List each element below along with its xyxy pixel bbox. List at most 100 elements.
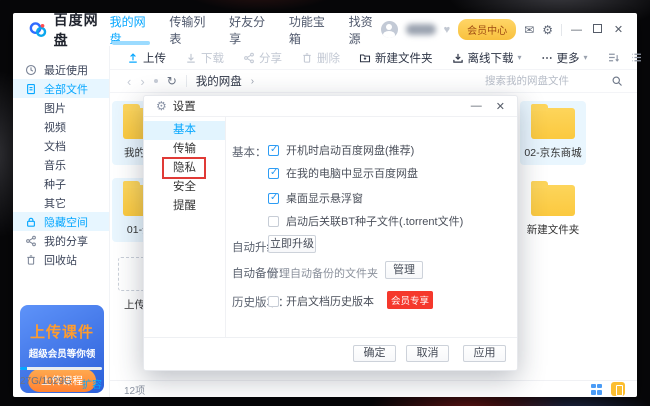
toolbar: 上传 下载 分享 删除 新建文件夹 (110, 46, 637, 70)
main-nav: 我的网盘 传输列表 好友分享 功能宝箱 找资源 (110, 13, 381, 46)
dialog-tab-list: 基本 传输 隐私 安全 提醒 (144, 117, 226, 337)
close-button[interactable]: ✕ (612, 23, 625, 36)
file-icon (25, 83, 37, 95)
search-icon[interactable] (611, 75, 623, 87)
sidebar-item-torrents[interactable]: 种子 (13, 174, 109, 193)
share-button[interactable]: 分享 (243, 50, 282, 66)
sidebar-item-music[interactable]: 音乐 (13, 155, 109, 174)
sort-icon[interactable] (607, 51, 620, 64)
settings-gear-icon[interactable]: ⚙ (542, 23, 553, 37)
option-bt-association[interactable]: 启动后关联BT种子文件(.torrent文件) (268, 213, 463, 229)
checkbox-checked-icon[interactable] (268, 193, 279, 204)
folder-tile-new[interactable]: 新建文件夹 (520, 178, 586, 242)
option-float-window[interactable]: 桌面显示悬浮窗 (268, 190, 363, 206)
mobile-app-icon[interactable] (611, 382, 625, 396)
backup-description: 管理自动备份的文件夹 (268, 265, 378, 281)
upgrade-now-button[interactable]: 立即升级 (268, 235, 316, 253)
download-icon (185, 52, 197, 64)
baidu-netdisk-logo-icon (29, 20, 48, 40)
cancel-button[interactable]: 取消 (406, 345, 449, 362)
new-folder-button[interactable]: 新建文件夹 (359, 50, 433, 66)
search-box[interactable] (485, 75, 623, 87)
forward-icon[interactable]: › (140, 75, 144, 88)
dialog-tab-basic[interactable]: 基本 (144, 121, 225, 140)
dialog-tab-security[interactable]: 安全 (144, 178, 225, 197)
upload-icon (127, 52, 139, 64)
refresh-icon[interactable]: ↻ (167, 74, 177, 88)
sidebar-item-pictures[interactable]: 图片 (13, 98, 109, 117)
list-view-icon[interactable] (630, 51, 643, 64)
sidebar-item-my-shares[interactable]: 我的分享 (13, 231, 109, 250)
grid-view-icon[interactable] (591, 384, 602, 395)
tab-toolbox[interactable]: 功能宝箱 (289, 13, 332, 46)
upload-button[interactable]: 上传 (127, 50, 166, 66)
item-count: 12项 (124, 382, 145, 397)
sidebar-item-documents[interactable]: 文档 (13, 136, 109, 155)
dialog-tab-reminder[interactable]: 提醒 (144, 197, 225, 216)
username-blurred (406, 24, 436, 35)
minimize-button[interactable]: — (570, 24, 583, 36)
offline-download-button[interactable]: 离线下载 ▾ (452, 50, 522, 66)
vip-center-button[interactable]: 会员中心 (458, 19, 516, 40)
dialog-tab-transfer[interactable]: 传输 (144, 140, 225, 159)
search-input[interactable] (485, 75, 603, 87)
download-button[interactable]: 下载 (185, 50, 224, 66)
avatar[interactable] (381, 21, 398, 38)
app-title: 百度网盘 (54, 10, 110, 50)
sidebar-item-hidden-space[interactable]: 隐藏空间 (13, 212, 109, 231)
app-logo: 百度网盘 (13, 10, 110, 50)
more-dots-icon (541, 52, 553, 64)
dialog-minimize-button[interactable]: — (471, 100, 482, 113)
banner-title: 上传课件 (30, 321, 94, 342)
chevron-down-icon: ▾ (584, 53, 588, 62)
folder-tile-jd[interactable]: 02-京东商城 (520, 101, 586, 165)
ok-button[interactable]: 确定 (353, 345, 396, 362)
message-icon[interactable]: ✉ (524, 23, 534, 37)
dialog-tab-privacy[interactable]: 隐私 (144, 159, 225, 178)
level-badge-icon: ♥ (444, 24, 451, 36)
dialog-close-button[interactable]: ✕ (496, 100, 505, 113)
option-autostart[interactable]: 开机时启动百度网盘(推荐) (268, 142, 414, 158)
tab-my-drive[interactable]: 我的网盘 (110, 13, 153, 46)
sidebar-item-videos[interactable]: 视频 (13, 117, 109, 136)
folder-icon (531, 185, 575, 216)
tab-find-resources[interactable]: 找资源 (349, 13, 381, 46)
checkbox-checked-icon[interactable] (268, 145, 279, 156)
maximize-button[interactable] (591, 24, 604, 36)
dialog-footer: 确定 取消 应用 (144, 337, 517, 370)
breadcrumb-root[interactable]: 我的网盘 (196, 73, 242, 89)
tab-transfer-list[interactable]: 传输列表 (169, 13, 212, 46)
offline-download-icon (452, 52, 464, 64)
history-dot-icon[interactable] (154, 79, 158, 83)
storage-usage-text: 27G/1029G (20, 376, 72, 391)
option-show-in-computer[interactable]: 在我的电脑中显示百度网盘 (268, 165, 418, 181)
sidebar: 最近使用 全部文件 图片 视频 文档 音乐 种子 其它 隐藏空间 我的分享 回收 (13, 46, 110, 397)
folder-label: 02-京东商城 (524, 145, 581, 160)
sidebar-item-recent[interactable]: 最近使用 (13, 60, 109, 79)
title-bar: 百度网盘 我的网盘 传输列表 好友分享 功能宝箱 找资源 ♥ 会员中心 ✉ ⚙ … (13, 13, 637, 46)
checkbox-checked-icon[interactable] (268, 168, 279, 179)
checkbox-unchecked-icon[interactable] (268, 216, 279, 227)
sidebar-item-recycle-bin[interactable]: 回收站 (13, 250, 109, 269)
delete-button[interactable]: 删除 (301, 50, 340, 66)
checkbox-unchecked-icon[interactable] (268, 296, 279, 307)
sidebar-item-all-files[interactable]: 全部文件 (13, 79, 109, 98)
breadcrumb-separator: › (251, 76, 254, 87)
trash-icon (25, 254, 37, 266)
share-icon (243, 52, 255, 64)
settings-dialog: ⚙ 设置 — ✕ 基本 传输 隐私 安全 提醒 基本： 开机时启动百度网盘(推荐… (143, 95, 518, 371)
apply-button[interactable]: 应用 (463, 345, 506, 362)
chevron-down-icon: ▾ (518, 53, 522, 62)
folder-label: 新建文件夹 (527, 222, 580, 237)
expand-storage-link[interactable]: 扩容 (82, 376, 102, 391)
storage-progress-fill (20, 367, 27, 370)
dialog-content: 基本： 开机时启动百度网盘(推荐) 在我的电脑中显示百度网盘 桌面显示悬浮窗 启… (226, 117, 517, 337)
more-button[interactable]: 更多 ▾ (541, 50, 588, 66)
back-icon[interactable]: ‹ (127, 75, 131, 88)
option-doc-history[interactable]: 开启文档历史版本 (268, 293, 374, 309)
sidebar-item-others[interactable]: 其它 (13, 193, 109, 212)
manage-backup-button[interactable]: 管理 (385, 261, 423, 279)
status-bar: 12项 (110, 380, 637, 397)
tab-friend-share[interactable]: 好友分享 (229, 13, 272, 46)
storage-summary: 27G/1029G 扩容 (20, 367, 102, 391)
